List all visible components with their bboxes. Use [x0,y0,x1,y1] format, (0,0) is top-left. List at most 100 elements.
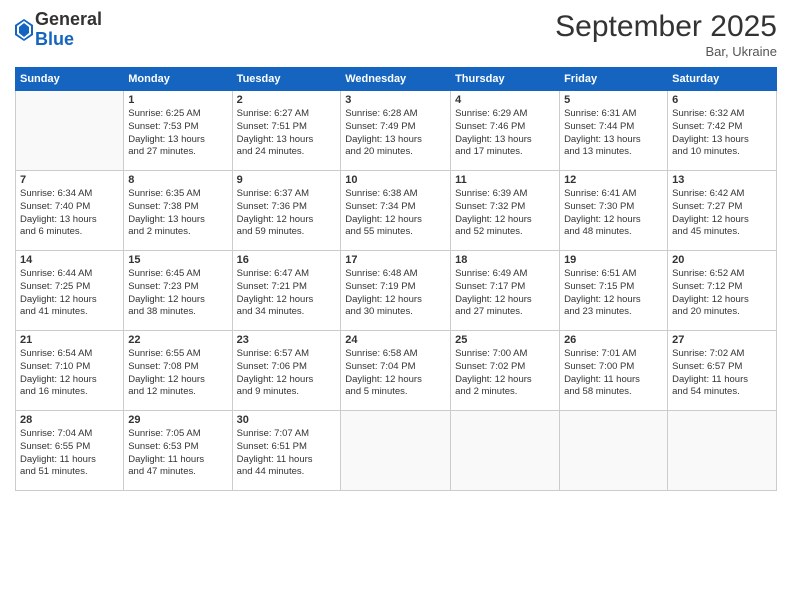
day-info: Sunrise: 7:02 AMSunset: 6:57 PMDaylight:… [672,348,772,399]
day-info: Sunrise: 6:39 AMSunset: 7:32 PMDaylight:… [455,188,555,239]
calendar-cell: 30 Sunrise: 7:07 AMSunset: 6:51 PMDayligh… [232,411,341,491]
logo: General Blue [15,10,102,50]
col-monday: Monday [124,68,232,91]
day-number: 16 [237,254,337,266]
day-number: 1 [128,94,227,106]
day-number: 8 [128,174,227,186]
calendar-cell [16,91,124,171]
day-number: 30 [237,414,337,426]
day-number: 15 [128,254,227,266]
calendar-cell: 20Sunrise: 6:52 AMSunset: 7:12 PMDayligh… [668,251,777,331]
day-info: Sunrise: 6:48 AMSunset: 7:19 PMDaylight:… [345,268,446,319]
day-info: Sunrise: 7:04 AMSunset: 6:55 PMDaylight:… [20,428,119,479]
day-info: Sunrise: 6:57 AMSunset: 7:06 PMDaylight:… [237,348,337,399]
week-row-5: 28 Sunrise: 7:04 AMSunset: 6:55 PMDayligh… [16,411,777,491]
calendar-cell: 15 Sunrise: 6:45 AMSunset: 7:23 PMDayligh… [124,251,232,331]
title-block: September 2025 Bar, Ukraine [555,10,777,59]
day-info: Sunrise: 7:05 AMSunset: 6:53 PMDaylight:… [128,428,227,479]
calendar-cell: 12Sunrise: 6:41 AMSunset: 7:30 PMDayligh… [560,171,668,251]
main-container: General Blue September 2025 Bar, Ukraine… [0,0,792,501]
day-number: 5 [564,94,663,106]
col-tuesday: Tuesday [232,68,341,91]
logo-general: General [35,9,102,29]
day-number: 27 [672,334,772,346]
day-number: 10 [345,174,446,186]
day-info: Sunrise: 6:32 AMSunset: 7:42 PMDaylight:… [672,108,772,159]
calendar-table: Sunday Monday Tuesday Wednesday Thursday… [15,67,777,491]
day-info: Sunrise: 6:47 AMSunset: 7:21 PMDaylight:… [237,268,337,319]
day-info: Sunrise: 6:49 AMSunset: 7:17 PMDaylight:… [455,268,555,319]
logo-icon [15,19,33,41]
header: General Blue September 2025 Bar, Ukraine [15,10,777,59]
day-number: 6 [672,94,772,106]
day-number: 25 [455,334,555,346]
calendar-cell: 29 Sunrise: 7:05 AMSunset: 6:53 PMDayligh… [124,411,232,491]
day-info: Sunrise: 6:55 AMSunset: 7:08 PMDaylight:… [128,348,227,399]
calendar-cell: 16 Sunrise: 6:47 AMSunset: 7:21 PMDayligh… [232,251,341,331]
week-row-3: 14 Sunrise: 6:44 AMSunset: 7:25 PMDayligh… [16,251,777,331]
calendar-cell: 23Sunrise: 6:57 AMSunset: 7:06 PMDayligh… [232,331,341,411]
day-info: Sunrise: 6:34 AMSunset: 7:40 PMDaylight:… [20,188,119,239]
day-info: Sunrise: 6:25 AMSunset: 7:53 PMDaylight:… [128,108,227,159]
logo-blue: Blue [35,29,74,49]
logo-text: General Blue [35,10,102,50]
calendar-cell: 24Sunrise: 6:58 AMSunset: 7:04 PMDayligh… [341,331,451,411]
day-info: Sunrise: 7:07 AMSunset: 6:51 PMDaylight:… [237,428,337,479]
day-number: 26 [564,334,663,346]
calendar-cell: 18Sunrise: 6:49 AMSunset: 7:17 PMDayligh… [451,251,560,331]
calendar-cell: 10 Sunrise: 6:38 AMSunset: 7:34 PMDayligh… [341,171,451,251]
calendar-cell: 7 Sunrise: 6:34 AMSunset: 7:40 PMDaylight… [16,171,124,251]
day-number: 9 [237,174,337,186]
week-row-4: 21Sunrise: 6:54 AMSunset: 7:10 PMDayligh… [16,331,777,411]
calendar-cell: 21Sunrise: 6:54 AMSunset: 7:10 PMDayligh… [16,331,124,411]
week-row-1: 1 Sunrise: 6:25 AMSunset: 7:53 PMDaylight… [16,91,777,171]
day-number: 28 [20,414,119,426]
calendar-cell: 11Sunrise: 6:39 AMSunset: 7:32 PMDayligh… [451,171,560,251]
calendar-cell: 19Sunrise: 6:51 AMSunset: 7:15 PMDayligh… [560,251,668,331]
day-info: Sunrise: 7:00 AMSunset: 7:02 PMDaylight:… [455,348,555,399]
day-number: 29 [128,414,227,426]
calendar-cell: 27 Sunrise: 7:02 AMSunset: 6:57 PMDayligh… [668,331,777,411]
calendar-cell: 13Sunrise: 6:42 AMSunset: 7:27 PMDayligh… [668,171,777,251]
col-wednesday: Wednesday [341,68,451,91]
day-number: 19 [564,254,663,266]
calendar-cell: 9Sunrise: 6:37 AMSunset: 7:36 PMDaylight… [232,171,341,251]
day-info: Sunrise: 6:58 AMSunset: 7:04 PMDaylight:… [345,348,446,399]
day-info: Sunrise: 6:28 AMSunset: 7:49 PMDaylight:… [345,108,446,159]
calendar-cell [341,411,451,491]
calendar-cell: 28 Sunrise: 7:04 AMSunset: 6:55 PMDayligh… [16,411,124,491]
calendar-header-row: Sunday Monday Tuesday Wednesday Thursday… [16,68,777,91]
col-saturday: Saturday [668,68,777,91]
day-number: 7 [20,174,119,186]
calendar-cell: 1 Sunrise: 6:25 AMSunset: 7:53 PMDaylight… [124,91,232,171]
day-number: 20 [672,254,772,266]
calendar-cell: 4 Sunrise: 6:29 AMSunset: 7:46 PMDaylight… [451,91,560,171]
calendar-cell: 5Sunrise: 6:31 AMSunset: 7:44 PMDaylight… [560,91,668,171]
col-friday: Friday [560,68,668,91]
week-row-2: 7 Sunrise: 6:34 AMSunset: 7:40 PMDaylight… [16,171,777,251]
calendar-cell: 8 Sunrise: 6:35 AMSunset: 7:38 PMDaylight… [124,171,232,251]
col-thursday: Thursday [451,68,560,91]
day-info: Sunrise: 6:27 AMSunset: 7:51 PMDaylight:… [237,108,337,159]
calendar-cell: 3 Sunrise: 6:28 AMSunset: 7:49 PMDaylight… [341,91,451,171]
calendar-cell: 22 Sunrise: 6:55 AMSunset: 7:08 PMDayligh… [124,331,232,411]
day-number: 4 [455,94,555,106]
col-sunday: Sunday [16,68,124,91]
day-info: Sunrise: 6:42 AMSunset: 7:27 PMDaylight:… [672,188,772,239]
day-number: 12 [564,174,663,186]
day-info: Sunrise: 6:45 AMSunset: 7:23 PMDaylight:… [128,268,227,319]
day-number: 22 [128,334,227,346]
calendar-cell [451,411,560,491]
day-number: 3 [345,94,446,106]
calendar-cell: 17Sunrise: 6:48 AMSunset: 7:19 PMDayligh… [341,251,451,331]
day-info: Sunrise: 6:29 AMSunset: 7:46 PMDaylight:… [455,108,555,159]
calendar-cell: 26 Sunrise: 7:01 AMSunset: 7:00 PMDayligh… [560,331,668,411]
day-info: Sunrise: 6:35 AMSunset: 7:38 PMDaylight:… [128,188,227,239]
day-info: Sunrise: 6:38 AMSunset: 7:34 PMDaylight:… [345,188,446,239]
calendar-cell: 14 Sunrise: 6:44 AMSunset: 7:25 PMDayligh… [16,251,124,331]
calendar-cell: 2Sunrise: 6:27 AMSunset: 7:51 PMDaylight… [232,91,341,171]
day-info: Sunrise: 7:01 AMSunset: 7:00 PMDaylight:… [564,348,663,399]
day-number: 14 [20,254,119,266]
day-info: Sunrise: 6:44 AMSunset: 7:25 PMDaylight:… [20,268,119,319]
calendar-cell [560,411,668,491]
